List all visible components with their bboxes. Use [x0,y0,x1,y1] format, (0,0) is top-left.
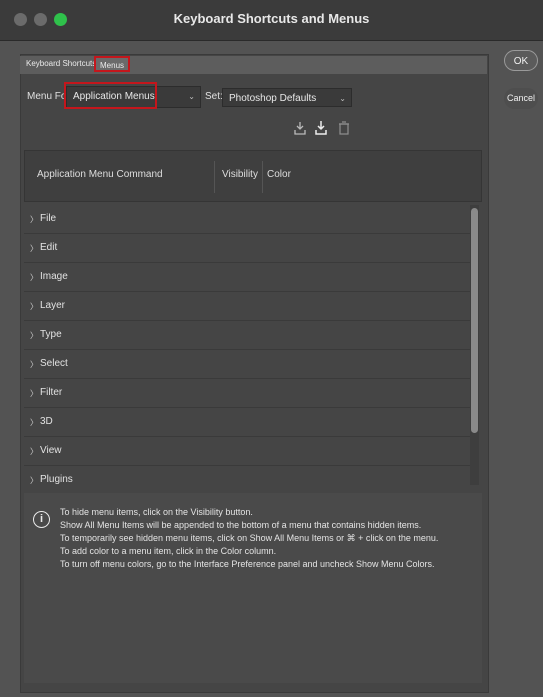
column-header-visibility: Visibility [222,169,258,180]
info-line: To turn off menu colors, go to the Inter… [60,559,435,569]
info-icon: i [33,511,50,528]
menu-command-list: 〉 File 〉 Edit 〉 Image 〉 Layer 〉 Type 〉 Select … [24,205,482,485]
info-line: To hide menu items, click on the Visibil… [60,507,253,517]
info-text: To hide menu items, click on the Visibil… [60,506,438,571]
chevron-down-icon: ⌄ [339,94,346,103]
set-value: Photoshop Defaults [229,93,317,104]
chevron-right-icon[interactable]: 〉 [30,475,38,485]
info-line: To temporarily see hidden menu items, cl… [60,533,439,543]
list-item-edit[interactable]: 〉 Edit [24,234,470,263]
list-item-view[interactable]: 〉 View [24,437,470,466]
chevron-right-icon[interactable]: 〉 [30,214,38,225]
chevron-right-icon[interactable]: 〉 [30,446,38,457]
cancel-button[interactable]: Cancel [504,88,538,109]
chevron-right-icon[interactable]: 〉 [30,388,38,399]
tab-menus[interactable]: Menus [94,56,131,72]
set-label: Set: [205,91,223,102]
chevron-right-icon[interactable]: 〉 [30,301,38,312]
menu-for-value: Application Menus [73,91,155,102]
chevron-right-icon[interactable]: 〉 [30,243,38,254]
chevron-right-icon[interactable]: 〉 [30,330,38,341]
list-item-select[interactable]: 〉 Select [24,350,470,379]
list-item-type[interactable]: 〉 Type [24,321,470,350]
chevron-down-icon: ⌄ [188,92,195,101]
list-item-image[interactable]: 〉 Image [24,263,470,292]
tab-keyboard-shortcuts[interactable]: Keyboard Shortcuts [26,59,96,68]
list-item-file[interactable]: 〉 File [24,205,470,234]
window-title: Keyboard Shortcuts and Menus [173,11,370,26]
column-divider [214,161,215,193]
column-header-command: Application Menu Command [37,169,163,180]
set-select[interactable]: Photoshop Defaults ⌄ [222,88,352,107]
save-icon[interactable] [293,120,307,136]
list-item-filter[interactable]: 〉 Filter [24,379,470,408]
scrollbar-thumb[interactable] [471,208,478,433]
info-line: To add color to a menu item, click in th… [60,546,277,556]
column-divider [262,161,263,193]
table-header: Application Menu Command Visibility Colo… [24,150,482,202]
tab-bar: Keyboard Shortcuts Menus [20,56,487,74]
list-item-layer[interactable]: 〉 Layer [24,292,470,321]
chevron-right-icon[interactable]: 〉 [30,417,38,428]
chevron-right-icon[interactable]: 〉 [30,359,38,370]
info-line: Show All Menu Items will be appended to … [60,520,422,530]
trash-icon[interactable] [337,120,351,136]
column-header-color: Color [267,169,291,180]
list-item-plugins[interactable]: 〉 Plugins [24,466,470,485]
ok-button[interactable]: OK [504,50,538,71]
save-as-icon[interactable] [314,120,328,136]
menu-for-select[interactable]: Application Menus ⌄ [66,86,201,108]
title-bar: Keyboard Shortcuts and Menus [0,0,543,41]
chevron-right-icon[interactable]: 〉 [30,272,38,283]
list-item-3d[interactable]: 〉 3D [24,408,470,437]
